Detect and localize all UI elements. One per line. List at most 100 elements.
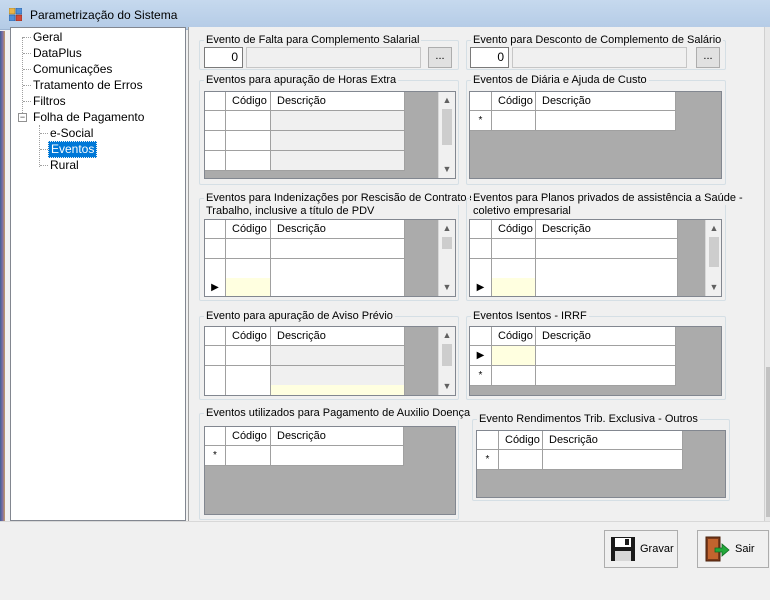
- column-codigo[interactable]: Código: [226, 220, 271, 238]
- codigo-cell[interactable]: [492, 259, 536, 278]
- codigo-cell[interactable]: [499, 450, 543, 469]
- codigo-cell[interactable]: [226, 111, 271, 130]
- tree-connector: [23, 37, 31, 38]
- scroll-up-icon[interactable]: ▲: [439, 92, 455, 109]
- codigo-cell[interactable]: [492, 346, 536, 365]
- table-row[interactable]: [205, 366, 405, 386]
- codigo-cell[interactable]: [226, 239, 271, 258]
- current-row[interactable]: ▶: [205, 278, 405, 296]
- codigo-cell[interactable]: [226, 131, 271, 150]
- current-row[interactable]: ▶: [470, 278, 678, 296]
- codigo-cell[interactable]: [226, 366, 271, 385]
- table-row[interactable]: [205, 131, 405, 151]
- new-row[interactable]: *: [470, 366, 676, 386]
- tree-item-filtros[interactable]: Filtros: [33, 94, 66, 109]
- column-codigo[interactable]: Código: [492, 92, 536, 110]
- grid-scroll-thumb[interactable]: [442, 237, 452, 249]
- descricao-cell: [271, 366, 405, 385]
- new-row[interactable]: *: [205, 446, 404, 466]
- scroll-up-icon[interactable]: ▲: [706, 220, 721, 237]
- scroll-down-icon[interactable]: ▼: [439, 378, 455, 395]
- scroll-down-icon[interactable]: ▼: [706, 279, 721, 296]
- table-row[interactable]: [205, 346, 405, 366]
- table-row[interactable]: [205, 111, 405, 131]
- grid-scrollbar[interactable]: ▲ ▼: [705, 220, 721, 296]
- scroll-down-icon[interactable]: ▼: [439, 161, 455, 178]
- desconto-code-input[interactable]: 0: [470, 47, 509, 68]
- planos-saude-grid[interactable]: Código Descrição ▶ ▲ ▼: [469, 219, 722, 297]
- codigo-cell[interactable]: [492, 111, 536, 130]
- tree-item-dataplus[interactable]: DataPlus: [33, 46, 82, 61]
- panel-scrollbar-thumb[interactable]: [766, 367, 770, 517]
- falta-code-input[interactable]: 0: [204, 47, 243, 68]
- column-descricao[interactable]: Descrição: [536, 327, 676, 345]
- diaria-grid[interactable]: Código Descrição *: [469, 91, 722, 179]
- new-row-marker: *: [470, 366, 492, 385]
- auxilio-doenca-grid[interactable]: Código Descrição *: [204, 426, 456, 515]
- column-descricao[interactable]: Descrição: [536, 92, 676, 110]
- column-descricao[interactable]: Descrição: [271, 327, 405, 345]
- column-descricao[interactable]: Descrição: [271, 92, 405, 110]
- table-row[interactable]: [470, 239, 678, 259]
- new-row[interactable]: *: [470, 111, 676, 131]
- row-header-cell: [205, 131, 226, 150]
- column-descricao[interactable]: Descrição: [271, 220, 405, 238]
- aviso-previo-grid[interactable]: Código Descrição ▲ ▼: [204, 326, 456, 396]
- table-row[interactable]: [205, 259, 405, 279]
- column-codigo[interactable]: Código: [226, 427, 271, 445]
- grid-scrollbar[interactable]: ▲ ▼: [438, 220, 455, 296]
- tree-item-eventos[interactable]: Eventos: [48, 141, 98, 158]
- column-codigo[interactable]: Código: [499, 431, 543, 449]
- tree-item-folha-pagamento[interactable]: Folha de Pagamento: [33, 110, 144, 125]
- grid-scrollbar[interactable]: ▲ ▼: [438, 327, 455, 395]
- codigo-cell[interactable]: [226, 385, 271, 395]
- codigo-cell[interactable]: [492, 366, 536, 385]
- falta-lookup-button[interactable]: ...: [428, 47, 452, 68]
- rendimentos-grid[interactable]: Código Descrição *: [476, 430, 726, 498]
- scroll-down-icon[interactable]: ▼: [439, 279, 455, 296]
- navigation-tree[interactable]: Geral DataPlus Comunicações Tratamento d…: [10, 27, 186, 521]
- tree-item-geral[interactable]: Geral: [33, 30, 62, 45]
- column-descricao[interactable]: Descrição: [271, 427, 404, 445]
- collapse-icon[interactable]: −: [18, 113, 27, 122]
- grid-scrollbar[interactable]: ▲ ▼: [438, 92, 455, 178]
- descricao-cell: [271, 131, 405, 150]
- grid-scroll-thumb[interactable]: [442, 109, 452, 145]
- scroll-up-icon[interactable]: ▲: [439, 327, 455, 344]
- isentos-irrf-grid[interactable]: Código Descrição ▶ *: [469, 326, 722, 396]
- codigo-cell[interactable]: [492, 239, 536, 258]
- desconto-lookup-button[interactable]: ...: [696, 47, 720, 68]
- table-row[interactable]: [205, 151, 405, 171]
- panel-scrollbar[interactable]: [764, 27, 770, 521]
- current-row[interactable]: ▶: [470, 346, 676, 366]
- tree-item-tratamento-erros[interactable]: Tratamento de Erros: [33, 78, 143, 93]
- table-row[interactable]: [470, 259, 678, 279]
- grid-scroll-thumb[interactable]: [442, 344, 452, 366]
- sair-button[interactable]: Sair: [697, 530, 769, 568]
- codigo-cell[interactable]: [492, 278, 536, 296]
- scroll-up-icon[interactable]: ▲: [439, 220, 455, 237]
- grid-scroll-thumb[interactable]: [709, 237, 719, 267]
- codigo-cell[interactable]: [226, 259, 271, 278]
- desconto-description-field: [512, 47, 687, 68]
- new-row[interactable]: *: [477, 450, 683, 470]
- codigo-cell[interactable]: [226, 446, 271, 465]
- tree-item-comunicacoes[interactable]: Comunicações: [33, 62, 112, 77]
- tree-item-esocial[interactable]: e-Social: [50, 126, 93, 141]
- codigo-cell[interactable]: [226, 278, 271, 296]
- table-row[interactable]: [205, 239, 405, 259]
- horas-extra-grid[interactable]: Código Descrição ▲ ▼: [204, 91, 456, 179]
- codigo-cell[interactable]: [226, 346, 271, 365]
- table-row[interactable]: [205, 385, 405, 395]
- column-descricao[interactable]: Descrição: [543, 431, 683, 449]
- column-descricao[interactable]: Descrição: [536, 220, 678, 238]
- tree-item-rural[interactable]: Rural: [50, 158, 79, 173]
- column-codigo[interactable]: Código: [492, 327, 536, 345]
- column-codigo[interactable]: Código: [226, 327, 271, 345]
- gravar-button[interactable]: Gravar: [604, 530, 678, 568]
- codigo-cell[interactable]: [226, 151, 271, 170]
- row-header-cell: [205, 366, 226, 385]
- column-codigo[interactable]: Código: [492, 220, 536, 238]
- indenizacoes-grid[interactable]: Código Descrição ▶ ▲ ▼: [204, 219, 456, 297]
- column-codigo[interactable]: Código: [226, 92, 271, 110]
